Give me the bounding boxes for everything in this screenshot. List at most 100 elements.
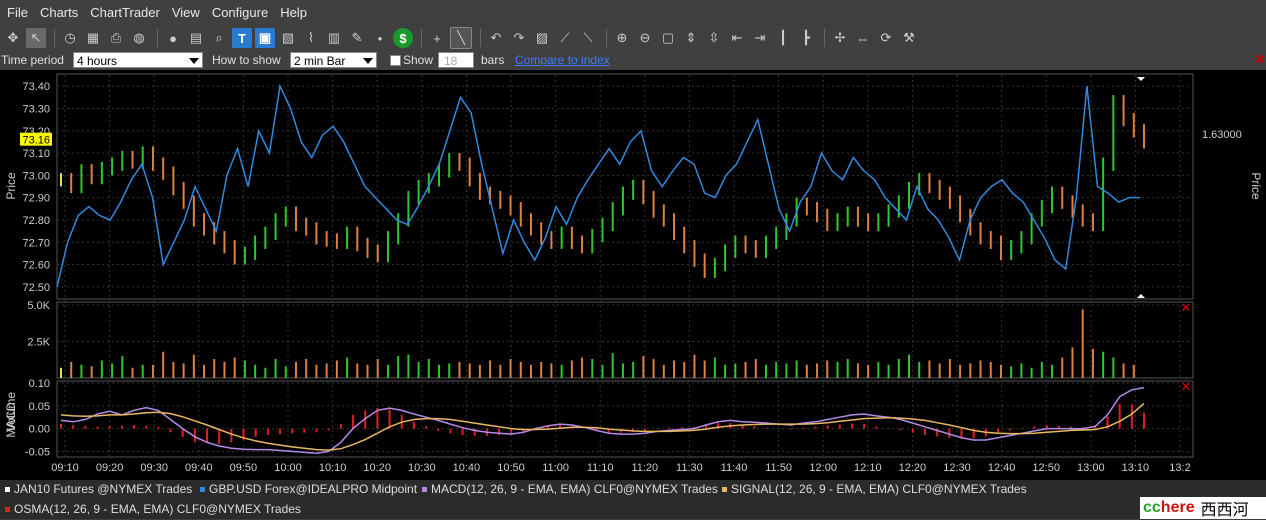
x-tick-label: 11:40 [721,462,748,474]
plus-icon[interactable]: + [427,28,447,48]
x-tick-label: 12:30 [943,462,971,474]
how-to-show-label: How to show [212,53,281,67]
bar-left-icon[interactable]: ⇤ [727,28,747,48]
x-tick-label: 10:20 [363,462,391,474]
toolbar-separator [480,29,481,47]
how-to-show-select[interactable]: 2 min Bar [290,52,377,68]
show-checkbox[interactable] [390,55,401,66]
calendar-icon[interactable]: ▤ [186,28,206,48]
tool-a-icon[interactable]: ⟋ [555,28,575,48]
pen-icon[interactable]: ✎ [347,28,367,48]
circle-icon[interactable]: ● [163,28,183,48]
legend-label: GBP.USD Forex@IDEALPRO Midpoint [209,482,418,496]
chart-area[interactable]: 09:10 09:20 09:30 09:40 09:50 10:00 10:10 10:20… [0,70,1266,480]
x-tick-label: 11:00 [542,462,569,474]
x-tick-label: 12:00 [809,462,837,474]
pan-icon[interactable]: ⇔ [853,28,873,48]
image-icon[interactable]: ▧ [278,28,298,48]
menu-charts[interactable]: Charts [33,5,83,20]
legend-swatch [200,486,205,492]
toolbar: ✥ ↖ ◷ ▦ ⎙ ◍ ● ▤ ⌕ T ▣ ▧ ⌇ ▥ ✎ • $ + ╲ ↶ ↷ ▨ ⟋ ⟍ ⊕ ⊖ ▢ ⇕ ⇳ ⇤ ⇥ ┃ ┣ ✢ ⇔ ⟳ ⚒ [0,25,1266,51]
right-axis-value: 1.63000 [1202,129,1242,141]
y-tick-label: 73.00 [22,170,50,182]
bar-right-icon[interactable]: ⇥ [750,28,770,48]
y-tick-label: 0.00 [29,424,50,436]
menu-configure[interactable]: Configure [205,5,273,20]
bars-count-input[interactable]: 18 [438,52,474,68]
crosshair-icon[interactable]: ✥ [3,28,23,48]
x-tick-label: 11:50 [765,462,792,474]
y-tick-label: 73.10 [22,148,50,160]
bars-icon[interactable]: ┃ [773,28,793,48]
globe-icon[interactable]: ◍ [129,28,149,48]
compress-vertical-icon[interactable]: ⇳ [704,28,724,48]
grid-icon[interactable]: ▦ [83,28,103,48]
x-tick-label: 09:40 [185,462,213,474]
expand-vertical-icon[interactable]: ⇕ [681,28,701,48]
x-tick-label: 13:00 [1077,462,1105,474]
line-chart-icon[interactable]: ⌇ [301,28,321,48]
legend-swatch [722,486,727,492]
x-tick-label: 12:50 [1032,462,1060,474]
printer-icon[interactable]: ⎙ [106,28,126,48]
x-tick-label: 11:30 [676,462,703,474]
chart-settings-icon[interactable]: ▣ [255,28,275,48]
chart-svg[interactable]: 09:10 09:20 09:30 09:40 09:50 10:00 10:10 10:20… [0,70,1266,480]
y-tick-label: 73.40 [22,81,50,93]
clock-icon[interactable]: ◷ [60,28,80,48]
zoom-out-icon[interactable]: ⊖ [635,28,655,48]
redo-icon[interactable]: ↷ [509,28,529,48]
wrench-icon[interactable]: ⚒ [899,28,919,48]
x-tick-label: 09:10 [51,462,79,474]
undo-icon[interactable]: ↶ [486,28,506,48]
compare-to-index-link[interactable]: Compare to index [515,53,610,67]
dollar-icon[interactable]: $ [393,28,413,48]
toolbar-separator [606,29,607,47]
y-tick-label: -0.05 [25,446,50,458]
close-chart-icon[interactable]: ✕ [1254,51,1266,68]
x-tick-label: 11:20 [631,462,658,474]
legend-item: OSMA(12, 26, 9 - EMA, EMA) CLF0@NYMEX Tr… [5,502,301,516]
x-tick-label: 10:10 [319,462,347,474]
legend-item: SIGNAL(12, 26, 9 - EMA, EMA) CLF0@NYMEX … [722,482,1027,496]
menu-file[interactable]: File [0,5,33,20]
y-tick-label: 0.10 [29,378,50,390]
legend-item: GBP.USD Forex@IDEALPRO Midpoint [200,482,417,496]
text-tool-icon[interactable]: T [232,28,252,48]
y-tick-label: 0.05 [29,401,50,413]
y-tick-label: 5.0K [27,300,50,312]
x-tick-label: 12:40 [988,462,1016,474]
chevron-down-icon [363,58,373,64]
menu-help[interactable]: Help [273,5,312,20]
y-tick-label: 2.5K [27,337,50,349]
close-panel-icon: ✕ [1181,380,1192,395]
price-panel-frame [56,73,1194,300]
menu-charttrader[interactable]: ChartTrader [83,5,165,20]
pointer-icon[interactable]: ↖ [26,28,46,48]
zoom-in-icon[interactable]: ⊕ [612,28,632,48]
magnifier-icon[interactable]: ⌕ [209,28,229,48]
legend-item: JAN10 Futures @NYMEX Trades [5,482,192,496]
macd-line [60,386,1145,455]
move-icon[interactable]: ✢ [830,28,850,48]
bars-right-icon[interactable]: ┣ [796,28,816,48]
scroll-up-icon [1137,77,1145,81]
x-tick-label: 13:2 [1169,462,1190,474]
show-label: Show [403,53,434,67]
menu-view[interactable]: View [165,5,205,20]
toolbar-separator [54,29,55,47]
tool-b-icon[interactable]: ⟍ [578,28,598,48]
fit-icon[interactable]: ▢ [658,28,678,48]
y-tick-label: 72.70 [22,237,50,249]
x-tick-label: 12:10 [854,462,882,474]
refresh-icon[interactable]: ⟳ [876,28,896,48]
y-tick-label: 72.50 [22,282,50,294]
draw-line-icon[interactable]: ╲ [450,27,472,49]
time-period-select[interactable]: 4 hours [73,52,203,68]
table-icon[interactable]: ▥ [324,28,344,48]
chart-icon[interactable]: ▨ [532,28,552,48]
gbpusd-line [56,83,1140,288]
x-tick-label: 10:40 [453,462,481,474]
dot-icon[interactable]: • [370,28,390,48]
x-tick-label: 13:10 [1122,462,1150,474]
